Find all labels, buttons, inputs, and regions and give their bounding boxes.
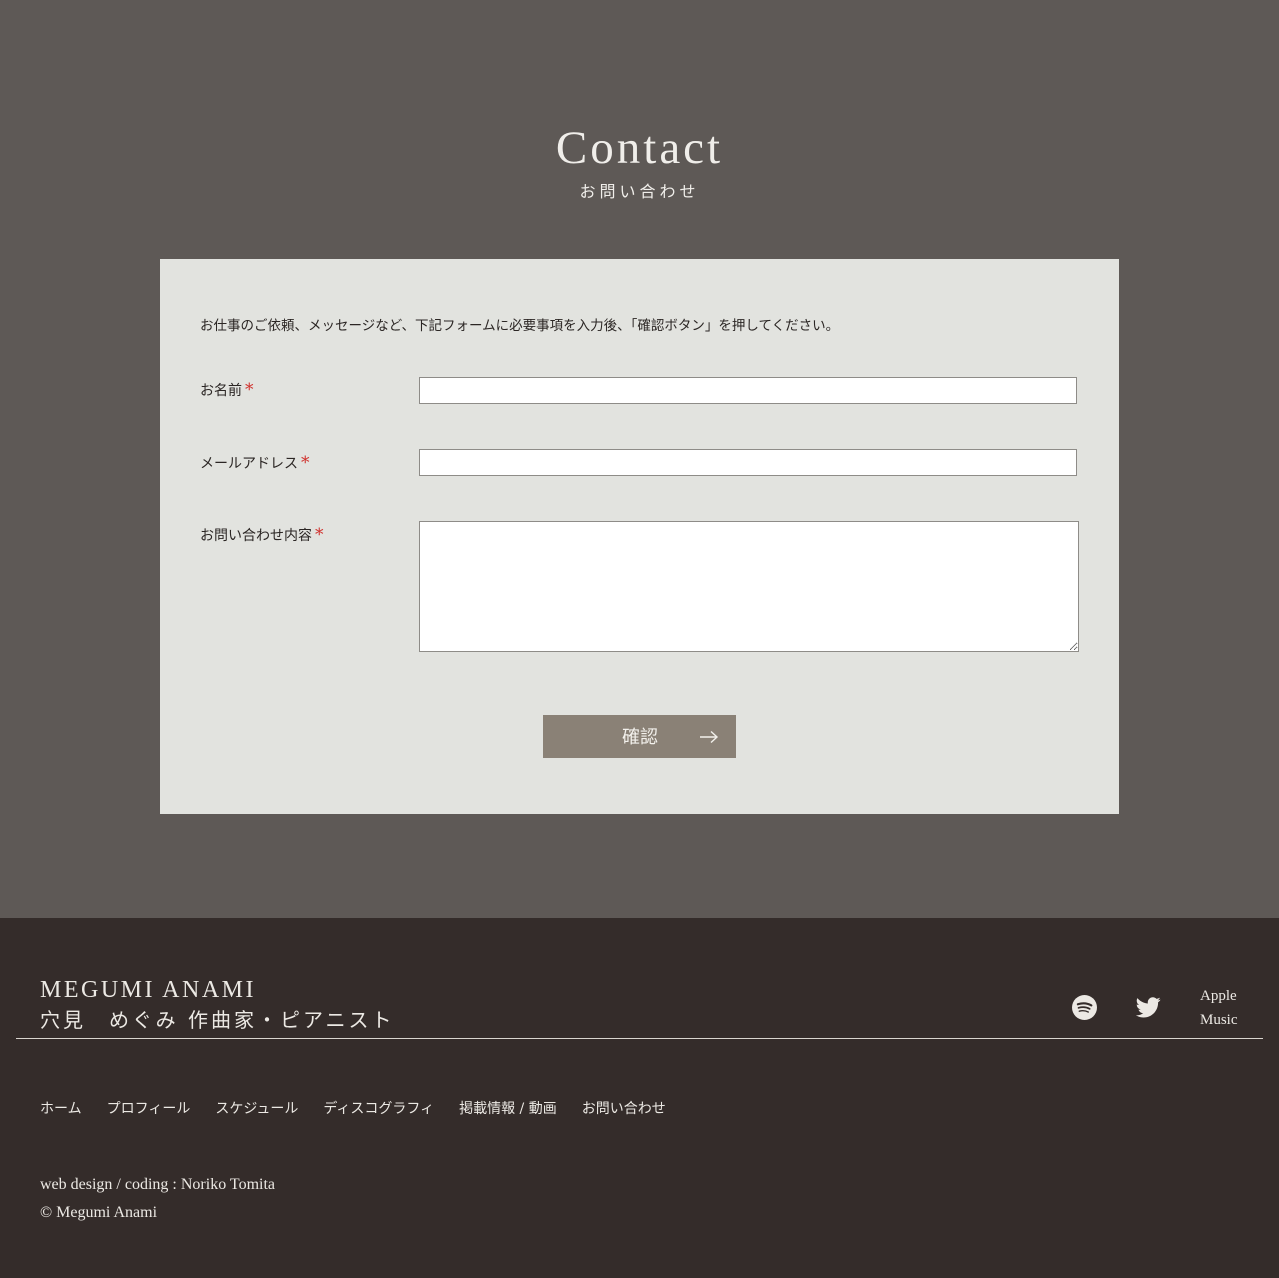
footer-nav-media[interactable]: 掲載情報 / 動画 <box>459 1098 557 1120</box>
footer-nav: ホーム プロフィール スケジュール ディスコグラフィ 掲載情報 / 動画 お問い合わせ <box>40 1098 691 1120</box>
required-mark: * <box>245 380 254 400</box>
message-textarea[interactable] <box>419 521 1079 652</box>
form-intro-text: お仕事のご依頼、メッセージなど、下記フォームに必要事項を入力後、「確認ボタン」を… <box>200 318 840 334</box>
design-credit: web design / coding : Noriko Tomita <box>40 1176 275 1193</box>
footer-divider <box>16 1038 1263 1039</box>
name-label-text: お名前 <box>200 383 242 399</box>
name-label: お名前 * <box>200 379 254 402</box>
footer-nav-discography[interactable]: ディスコグラフィ <box>323 1098 434 1120</box>
footer-nav-profile[interactable]: プロフィール <box>107 1098 191 1120</box>
email-input[interactable] <box>419 449 1077 476</box>
footer-nav-contact[interactable]: お問い合わせ <box>582 1098 666 1120</box>
confirm-button-label: 確認 <box>622 727 658 747</box>
required-mark: * <box>301 453 310 473</box>
apple-music-line1: Apple <box>1200 988 1237 1004</box>
message-label-text: お問い合わせ内容 <box>200 528 312 544</box>
copyright: © Megumi Anami <box>40 1204 158 1221</box>
footer-logo-name: MEGUMI ANAMI <box>40 977 256 1003</box>
page-subtitle: お問い合わせ <box>579 182 700 201</box>
arrow-right-icon <box>700 730 719 744</box>
spotify-icon[interactable] <box>1072 995 1097 1020</box>
apple-music-link[interactable]: Apple Music <box>1200 984 1250 1032</box>
footer-logo-subtitle: 穴見 めぐみ 作曲家・ピアニスト <box>40 1008 395 1032</box>
site-footer: MEGUMI ANAMI 穴見 めぐみ 作曲家・ピアニスト Apple Musi… <box>0 918 1279 1278</box>
required-mark: * <box>315 525 324 545</box>
contact-section: Contact お問い合わせ お仕事のご依頼、メッセージなど、下記フォームに必要… <box>0 0 1279 918</box>
email-label: メールアドレス * <box>200 452 310 475</box>
twitter-icon[interactable] <box>1136 997 1161 1018</box>
contact-form: お仕事のご依頼、メッセージなど、下記フォームに必要事項を入力後、「確認ボタン」を… <box>160 259 1119 814</box>
email-label-text: メールアドレス <box>200 456 298 472</box>
message-label: お問い合わせ内容 * <box>200 524 324 547</box>
confirm-button[interactable]: 確認 <box>543 715 736 758</box>
page-title: Contact <box>555 122 724 174</box>
footer-nav-schedule[interactable]: スケジュール <box>215 1098 298 1120</box>
apple-music-line2: Music <box>1200 1012 1238 1028</box>
footer-nav-home[interactable]: ホーム <box>40 1098 82 1120</box>
name-input[interactable] <box>419 377 1077 404</box>
